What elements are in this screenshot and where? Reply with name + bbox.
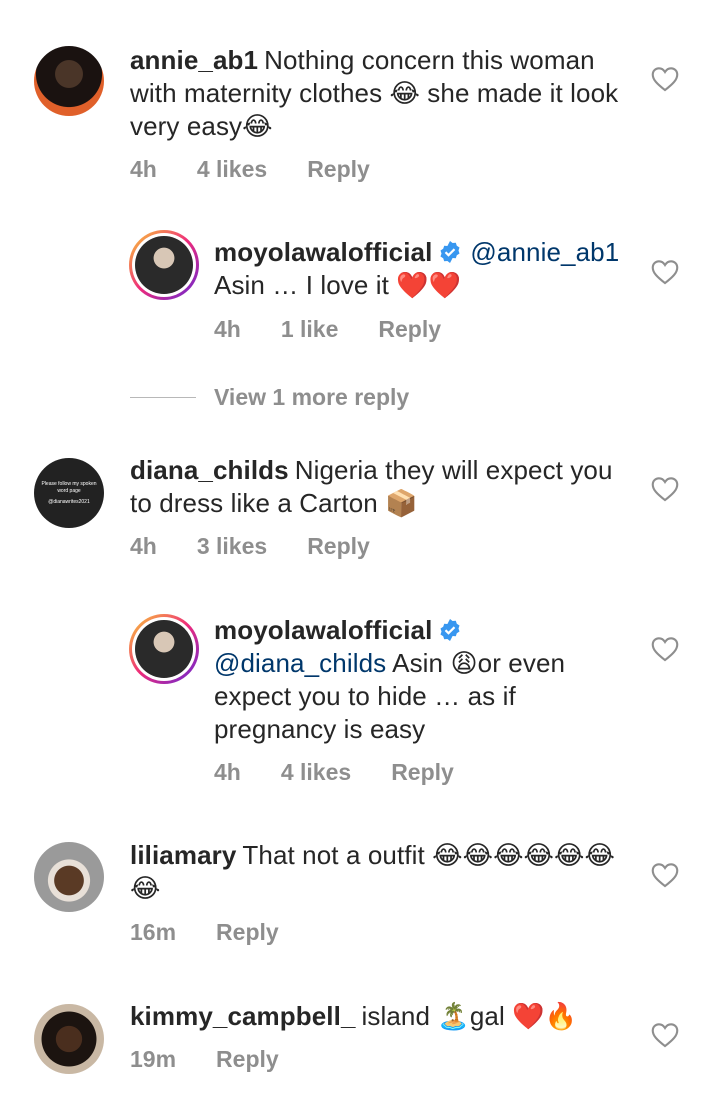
username[interactable]: liliamary (130, 840, 236, 870)
reply-button[interactable]: Reply (378, 316, 441, 343)
heart-icon[interactable] (651, 1022, 679, 1048)
verified-badge-icon (440, 619, 460, 641)
mention-link[interactable]: @diana_childs (214, 648, 386, 678)
comment-text: island 🏝️gal ❤️🔥 (361, 1001, 578, 1031)
timestamp: 16m (130, 919, 177, 945)
reply-button[interactable]: Reply (216, 919, 279, 946)
mention-link[interactable]: @annie_ab1 (470, 237, 619, 267)
likes-count[interactable]: 3 likes (197, 533, 267, 560)
heart-icon[interactable] (651, 66, 679, 92)
username[interactable]: moyolawalofficial (214, 237, 432, 267)
avatar-text: Please follow my spoken (41, 480, 97, 487)
reply-button[interactable]: Reply (307, 156, 370, 183)
avatar[interactable] (129, 614, 199, 684)
reply-button[interactable]: Reply (216, 1046, 279, 1073)
avatar[interactable] (34, 1004, 104, 1074)
timestamp: 4h (130, 156, 157, 182)
timestamp: 4h (130, 533, 157, 559)
view-more-label[interactable]: View 1 more reply (214, 384, 409, 411)
likes-count[interactable]: 1 like (281, 316, 339, 343)
username[interactable]: diana_childs (130, 455, 289, 485)
likes-count[interactable]: 4 likes (281, 759, 351, 786)
heart-icon[interactable] (651, 476, 679, 502)
username[interactable]: kimmy_campbell_ (130, 1001, 356, 1031)
reply-button[interactable]: Reply (307, 533, 370, 560)
timestamp: 4h (214, 316, 241, 342)
comment-text: Asin … I love it ❤️❤️ (214, 270, 462, 300)
timestamp: 4h (214, 759, 241, 785)
username[interactable]: annie_ab1 (130, 45, 258, 75)
likes-count[interactable]: 4 likes (197, 156, 267, 183)
timestamp: 19m (130, 1046, 177, 1072)
reply-button[interactable]: Reply (391, 759, 454, 786)
verified-badge-icon (440, 241, 460, 263)
avatar[interactable] (129, 230, 199, 300)
avatar-text: @dianawrites2021 (48, 498, 90, 505)
heart-icon[interactable] (651, 862, 679, 888)
avatar-text: word page (57, 487, 81, 494)
view-more-replies[interactable]: View 1 more reply (130, 384, 409, 411)
avatar[interactable] (34, 842, 104, 912)
heart-icon[interactable] (651, 636, 679, 662)
divider (130, 397, 196, 398)
avatar[interactable]: Please follow my spoken word page @diana… (34, 458, 104, 528)
avatar[interactable] (34, 46, 104, 116)
heart-icon[interactable] (651, 259, 679, 285)
username[interactable]: moyolawalofficial (214, 615, 432, 645)
